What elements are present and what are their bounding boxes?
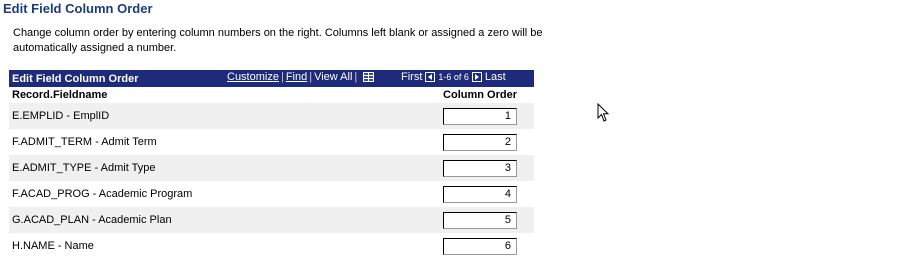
col-fieldname-header: Record.Fieldname: [12, 89, 108, 101]
column-header-row: Record.Fieldname Column Order: [9, 87, 534, 103]
table-row: G.ACAD_PLAN - Academic Plan: [9, 207, 534, 233]
col-order-header: Column Order: [443, 89, 517, 101]
range-text: 1-6 of 6: [438, 72, 469, 82]
mouse-pointer-icon: [597, 103, 610, 122]
view-all-link[interactable]: View All: [314, 71, 352, 83]
column-order-input[interactable]: [443, 237, 517, 255]
row-fieldname: H.NAME - Name: [12, 240, 94, 252]
separator: |: [280, 71, 284, 83]
column-order-input[interactable]: [443, 211, 517, 229]
row-fieldname: E.EMPLID - EmplID: [12, 110, 110, 122]
page-title: Edit Field Column Order: [3, 1, 153, 16]
find-link[interactable]: Find: [286, 71, 307, 83]
column-order-input[interactable]: [443, 159, 517, 177]
triangle-right-icon[interactable]: [471, 72, 482, 82]
grid-header-bar: Edit Field Column Order Customize | Find…: [9, 70, 534, 87]
table-row: H.NAME - Name: [9, 233, 534, 259]
first-label: First: [401, 71, 423, 83]
column-order-input[interactable]: [443, 133, 517, 151]
last-label: Last: [484, 71, 506, 83]
row-fieldname: F.ACAD_PROG - Academic Program: [12, 188, 193, 200]
column-order-input[interactable]: [443, 107, 517, 125]
triangle-left-icon[interactable]: [425, 72, 436, 82]
row-fieldname: G.ACAD_PLAN - Academic Plan: [12, 214, 172, 226]
grid-controls: Customize | Find | View All |: [227, 71, 375, 83]
row-fieldname: F.ADMIT_TERM - Admit Term: [12, 136, 157, 148]
column-order-input[interactable]: [443, 185, 517, 203]
grid-title: Edit Field Column Order: [12, 72, 139, 85]
separator: |: [309, 71, 313, 83]
instructions-text: Change column order by entering column n…: [13, 27, 543, 54]
table-row: E.EMPLID - EmplID: [9, 103, 534, 129]
row-fieldname: E.ADMIT_TYPE - Admit Type: [12, 162, 156, 174]
table-row: F.ADMIT_TERM - Admit Term: [9, 129, 534, 155]
spreadsheet-icon[interactable]: [363, 72, 375, 82]
customize-link[interactable]: Customize: [227, 71, 279, 83]
table-row: E.ADMIT_TYPE - Admit Type: [9, 155, 534, 181]
pagination: First 1-6 of 6 Last: [401, 71, 506, 83]
table-row: F.ACAD_PROG - Academic Program: [9, 181, 534, 207]
column-order-grid: Edit Field Column Order Customize | Find…: [9, 70, 534, 259]
separator: |: [354, 71, 358, 83]
